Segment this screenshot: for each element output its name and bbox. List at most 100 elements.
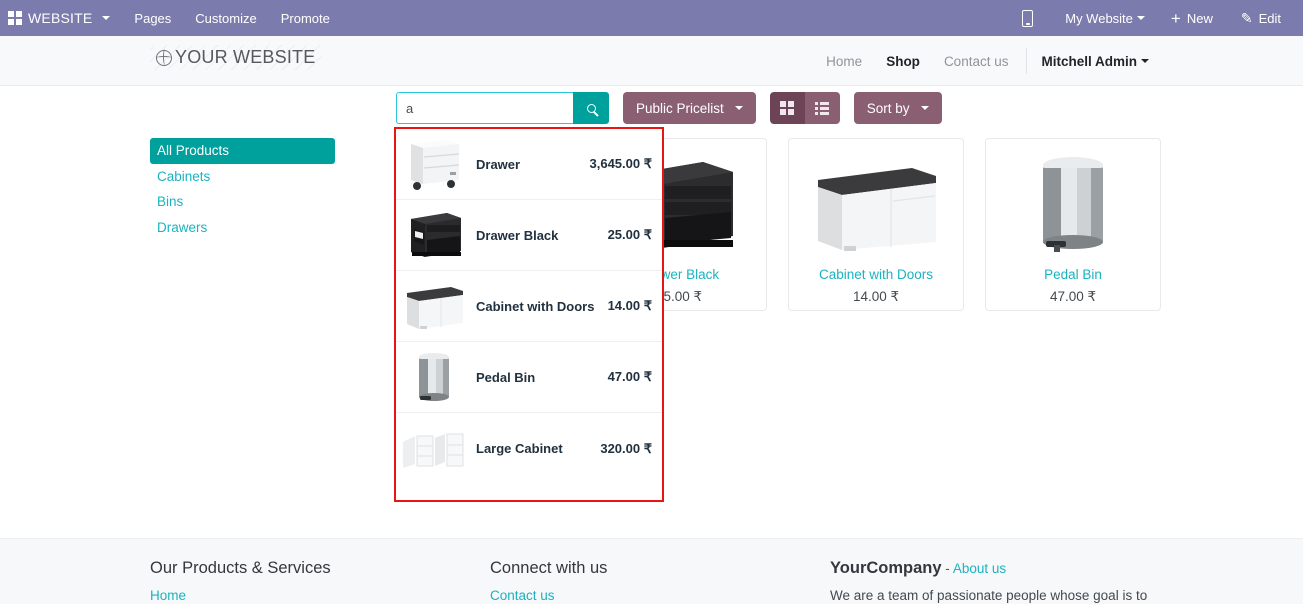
autocomplete-item-name: Cabinet with Doors [476,299,600,314]
product-price: 47.00 ₹ [1050,289,1096,305]
nav-item-shop[interactable]: Shop [874,54,932,69]
autocomplete-item-name: Pedal Bin [476,370,600,385]
search-autocomplete-dropdown: Drawer 3,645.00 ₹ Drawer Black 25.00 ₹ [394,127,664,502]
footer-column-title: Connect with us [490,559,607,578]
footer-link-about-us[interactable]: About us [953,561,1006,576]
site-footer: Our Products & Services Home Connect wit… [0,538,1303,604]
shop-toolbar: Public Pricelist Sort by [396,92,942,124]
white-drawer-unit-photo [400,134,468,194]
autocomplete-item[interactable]: Cabinet with Doors 14.00 ₹ [396,271,662,342]
large-white-cabinet-photo [400,419,468,479]
chevron-down-icon [102,16,110,20]
view-mode-toggle-group [770,92,840,124]
white-cabinet-with-doors-photo [400,276,468,336]
stainless-steel-pedal-bin-photo [400,347,468,407]
pencil-icon: ✎ [1241,10,1253,27]
search-input[interactable] [396,92,573,124]
chevron-down-icon [735,106,743,110]
category-item-drawers[interactable]: Drawers [150,215,335,241]
footer-link-contact-us[interactable]: Contact us [490,588,607,603]
pricelist-dropdown-button[interactable]: Public Pricelist [623,92,756,124]
globe-icon [156,50,172,66]
mobile-preview-icon[interactable] [1022,10,1033,27]
apps-menu-button[interactable]: WEBSITE [0,0,122,36]
autocomplete-item[interactable]: Drawer 3,645.00 ₹ [396,129,662,200]
autocomplete-thumb-svg [412,348,456,406]
footer-company-dash: - [942,561,953,576]
autocomplete-thumb-svg [403,136,465,192]
autocomplete-item-name: Drawer Black [476,228,600,243]
chevron-down-icon [1137,16,1145,20]
magnifier-icon [587,104,596,113]
shop-main-content: Public Pricelist Sort by All Products Ca… [0,86,1303,538]
site-selector-label: My Website [1065,11,1133,26]
nav-divider [1026,48,1027,74]
topbar-menu-promote[interactable]: Promote [269,0,342,36]
footer-column-title: Our Products & Services [150,559,331,578]
product-search-form [396,92,609,124]
footer-column-company: YourCompany - About us We are a team of … [830,559,1147,603]
new-button-label: New [1187,11,1213,26]
product-card[interactable]: Pedal Bin 47.00 ₹ [985,138,1161,311]
list-view-button[interactable] [805,92,840,124]
product-grid: Drawer Black 25.00 ₹ Cabinet with Doors … [591,138,1161,311]
autocomplete-item-name: Drawer [476,157,582,172]
product-card[interactable]: Cabinet with Doors 14.00 ₹ [788,138,964,311]
footer-column-connect: Connect with us Contact us [490,559,607,603]
autocomplete-item-price: 14.00 ₹ [608,298,652,314]
autocomplete-thumb-svg [401,426,467,472]
footer-link-home[interactable]: Home [150,588,331,603]
topbar-menu-customize[interactable]: Customize [183,0,268,36]
autocomplete-item[interactable]: Drawer Black 25.00 ₹ [396,200,662,271]
autocomplete-thumb-svg [403,207,465,263]
grid-view-button[interactable] [770,92,805,124]
nav-item-home[interactable]: Home [814,54,874,69]
grid-view-icon [780,101,794,115]
search-submit-button[interactable] [573,92,609,124]
user-menu-button[interactable]: Mitchell Admin [1033,54,1153,69]
autocomplete-item-price: 25.00 ₹ [608,227,652,243]
product-category-list: All Products Cabinets Bins Drawers [150,138,335,240]
product-price: 14.00 ₹ [853,289,899,305]
category-item-bins[interactable]: Bins [150,189,335,215]
topbar-menu-pages[interactable]: Pages [122,0,183,36]
category-item-cabinets[interactable]: Cabinets [150,164,335,190]
sort-by-dropdown-button[interactable]: Sort by [854,92,942,124]
website-header: YOUR WEBSITE Home Shop Contact us Mitche… [0,36,1303,86]
topbar-right-menus: My Website + New ✎ Edit [1010,0,1303,36]
category-item-all-products[interactable]: All Products [150,138,335,164]
autocomplete-item[interactable]: Pedal Bin 47.00 ₹ [396,342,662,413]
new-button[interactable]: + New [1157,0,1227,36]
autocomplete-thumb-svg [401,279,467,333]
chevron-down-icon [921,106,929,110]
footer-column-products-services: Our Products & Services Home [150,559,331,603]
edit-button[interactable]: ✎ Edit [1227,0,1295,36]
footer-company-name: YourCompany [830,559,942,577]
topbar-left-menus: WEBSITE Pages Customize Promote [0,0,342,36]
edit-button-label: Edit [1259,11,1281,26]
chevron-down-icon [1141,59,1149,63]
nav-item-contact-us[interactable]: Contact us [932,54,1021,69]
pricelist-label: Public Pricelist [636,101,724,116]
autocomplete-item[interactable]: Large Cabinet 320.00 ₹ [396,413,662,484]
site-logo[interactable]: YOUR WEBSITE [150,45,321,70]
product-image-svg [1030,148,1116,258]
topbar-brand-label: WEBSITE [28,10,92,26]
site-logo-text: YOUR WEBSITE [175,47,315,68]
white-cabinet-with-doors-photo [801,145,951,258]
autocomplete-item-name: Large Cabinet [476,441,592,456]
footer-company-description: We are a team of passionate people whose… [830,588,1147,603]
apps-grid-icon [8,11,22,25]
list-view-icon [815,102,829,115]
product-image-svg [808,150,944,258]
user-menu-label: Mitchell Admin [1041,54,1137,69]
product-name[interactable]: Cabinet with Doors [819,267,933,282]
autocomplete-item-price: 320.00 ₹ [600,441,652,457]
site-navigation: Home Shop Contact us Mitchell Admin [814,36,1153,86]
site-selector-button[interactable]: My Website [1053,0,1157,36]
odoo-top-bar: WEBSITE Pages Customize Promote My Websi… [0,0,1303,36]
footer-company-line: YourCompany - About us [830,559,1147,578]
sort-by-label: Sort by [867,101,910,116]
product-name[interactable]: Pedal Bin [1044,267,1102,282]
plus-icon: + [1171,10,1181,27]
